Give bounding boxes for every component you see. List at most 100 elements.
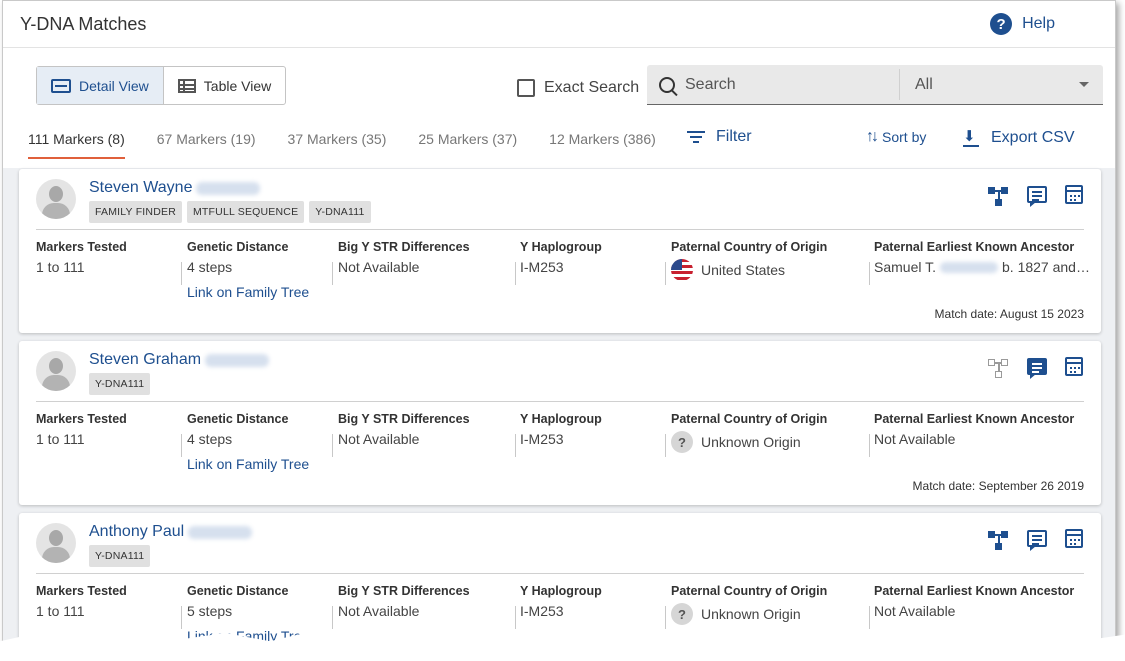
help-link[interactable]: ? Help: [990, 13, 1055, 35]
notes-icon[interactable]: [1027, 530, 1047, 551]
sort-button[interactable]: ↑↓ Sort by: [866, 128, 926, 146]
test-badges: FAMILY FINDER MTFULL SEQUENCE Y-DNA111: [89, 201, 371, 223]
help-label: Help: [1022, 15, 1055, 32]
filter-button[interactable]: Filter: [687, 128, 752, 146]
field-label: Paternal Country of Origin: [671, 412, 828, 426]
haplogroup-field: Y Haplogroup I-M253: [520, 240, 602, 275]
card-divider: [36, 573, 1084, 574]
haplogroup-field: Y Haplogroup I-M253: [520, 412, 602, 447]
redacted-surname: [940, 261, 998, 273]
card-divider: [36, 229, 1084, 230]
test-badges: Y-DNA111: [89, 373, 151, 395]
distance-value: 4 steps: [187, 259, 233, 275]
match-list: Steven Wayne FAMILY FINDER MTFULL SEQUEN…: [19, 169, 1102, 660]
ancestor-value: Not Available: [874, 431, 956, 447]
field-label: Genetic Distance: [187, 412, 289, 426]
badge: Y-DNA111: [89, 373, 151, 395]
family-tree-link[interactable]: Link on Family Tree: [187, 284, 309, 300]
sort-arrows-icon: ↑↓: [866, 128, 879, 145]
ydna-matches-window: Y-DNA Matches ? Help Detail View Table V…: [2, 0, 1116, 661]
tab-37-markers[interactable]: 37 Markers (35): [288, 131, 387, 158]
family-tree-icon[interactable]: [988, 529, 1009, 550]
country-name: Unknown Origin: [701, 434, 801, 450]
search-placeholder: Search: [685, 75, 736, 93]
notes-icon[interactable]: [1027, 358, 1047, 379]
table-view-button[interactable]: Table View: [164, 67, 285, 104]
us-flag-icon: [671, 259, 693, 281]
country-name: Unknown Origin: [701, 606, 801, 622]
toolbar: Detail View Table View Exact Search Sear…: [3, 48, 1115, 168]
country-value: ? Unknown Origin: [671, 603, 827, 625]
match-card: Steven Graham Y-DNA111 Markers Tested 1 …: [19, 341, 1101, 505]
calendar-icon[interactable]: [1065, 185, 1083, 204]
filter-icon: [687, 131, 705, 143]
ancestor-value: Not Available: [874, 603, 956, 619]
country-field: Paternal Country of Origin United States: [671, 240, 827, 281]
badge: Y-DNA111: [309, 201, 371, 223]
card-divider: [36, 401, 1084, 402]
match-card: Steven Wayne FAMILY FINDER MTFULL SEQUEN…: [19, 169, 1101, 333]
haplogroup-value: I-M253: [520, 603, 564, 619]
distance-value: 5 steps: [187, 603, 233, 619]
search-scope-select[interactable]: All: [900, 65, 1103, 104]
badge: FAMILY FINDER: [89, 201, 182, 223]
exact-search-label: Exact Search: [544, 79, 640, 96]
haplogroup-value: I-M253: [520, 431, 564, 447]
tab-25-markers[interactable]: 25 Markers (37): [418, 131, 517, 158]
search-bar: Search All: [647, 65, 1103, 105]
calendar-icon[interactable]: [1065, 529, 1083, 548]
field-label: Paternal Earliest Known Ancestor: [874, 240, 1075, 254]
field-label: Paternal Earliest Known Ancestor: [874, 584, 1075, 598]
field-label: Y Haplogroup: [520, 240, 602, 254]
calendar-icon[interactable]: [1065, 357, 1083, 376]
table-view-label: Table View: [203, 77, 272, 94]
field-label: Y Haplogroup: [520, 584, 602, 598]
match-name-link[interactable]: Steven Graham: [89, 351, 270, 369]
family-tree-icon[interactable]: [988, 357, 1009, 378]
page-header: Y-DNA Matches ? Help: [3, 1, 1115, 48]
match-name: Anthony Paul: [89, 523, 185, 540]
markers-field: Markers Tested 1 to 111: [36, 584, 127, 619]
help-icon: ?: [990, 13, 1013, 35]
marker-tabs: 111 Markers (8) 67 Markers (19) 37 Marke…: [28, 131, 656, 159]
field-label: Paternal Country of Origin: [671, 584, 828, 598]
field-label: Paternal Earliest Known Ancestor: [874, 412, 1075, 426]
avatar: [36, 179, 76, 219]
exact-search-toggle[interactable]: Exact Search: [517, 79, 639, 97]
tab-12-markers[interactable]: 12 Markers (386): [549, 131, 656, 158]
tab-111-markers[interactable]: 111 Markers (8): [28, 131, 125, 159]
redacted-surname: [205, 353, 270, 367]
markers-value: 1 to 111: [36, 431, 85, 447]
table-view-icon: [177, 78, 196, 93]
card-actions: [988, 529, 1083, 551]
match-name-link[interactable]: Anthony Paul: [89, 523, 253, 541]
family-tree-icon[interactable]: [988, 185, 1009, 206]
export-csv-button[interactable]: Export CSV: [962, 127, 1075, 148]
ancestor-field: Paternal Earliest Known Ancestor Not Ava…: [874, 412, 1074, 447]
match-details: Markers Tested 1 to 111 Genetic Distance…: [36, 412, 1084, 472]
bigy-field: Big Y STR Differences Not Available: [338, 584, 470, 619]
exact-search-checkbox[interactable]: [517, 79, 535, 97]
field-label: Markers Tested: [36, 412, 127, 426]
search-input[interactable]: Search: [647, 65, 899, 104]
family-tree-link[interactable]: Link on Family Tree: [187, 456, 309, 472]
bigy-value: Not Available: [338, 431, 420, 447]
country-value: United States: [671, 259, 827, 281]
detail-view-button[interactable]: Detail View: [37, 67, 164, 104]
export-label: Export CSV: [991, 129, 1075, 146]
match-date: Match date: September 26 2019: [912, 479, 1084, 493]
notes-icon[interactable]: [1027, 186, 1047, 207]
match-details: Markers Tested 1 to 111 Genetic Distance…: [36, 240, 1090, 300]
ancestor-field: Paternal Earliest Known Ancestor Not Ava…: [874, 584, 1074, 619]
badge: Y-DNA111: [89, 545, 151, 567]
redacted-surname: [188, 525, 253, 539]
field-label: Big Y STR Differences: [338, 412, 470, 426]
badge: MTFULL SEQUENCE: [186, 201, 305, 223]
tab-67-markers[interactable]: 67 Markers (19): [157, 131, 256, 158]
card-actions: [988, 185, 1083, 207]
avatar: [36, 523, 76, 563]
country-name: United States: [701, 262, 786, 278]
distance-field: Genetic Distance 4 steps Link on Family …: [187, 240, 309, 300]
ancestor-first: Samuel T.: [874, 259, 936, 275]
match-name-link[interactable]: Steven Wayne: [89, 179, 261, 197]
